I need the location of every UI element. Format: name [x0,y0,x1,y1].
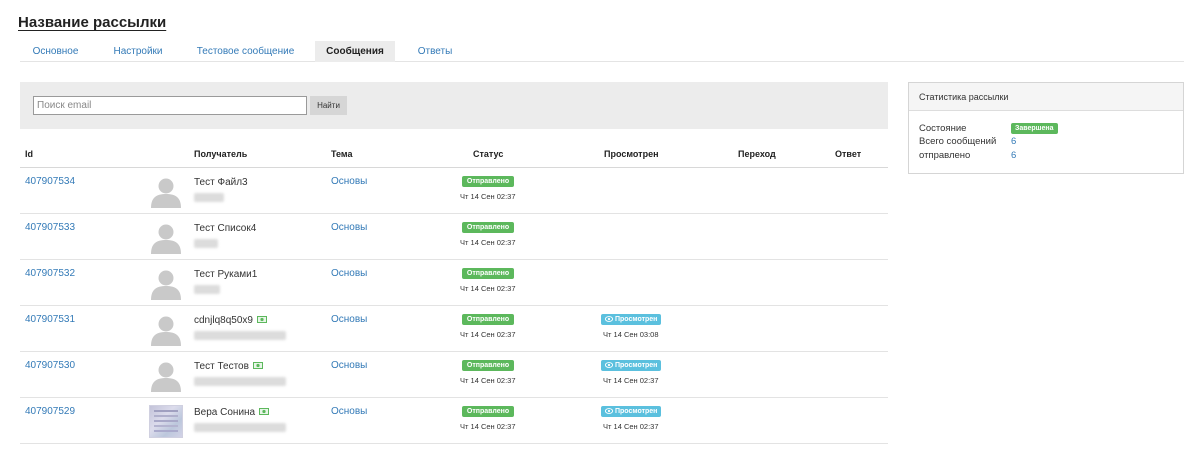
stats-total-value[interactable]: 6 [1011,136,1016,147]
email-verified-icon [259,406,270,415]
state-badge: Завершена [1011,123,1058,134]
recipient-name: Вера Сонина [194,407,256,418]
tab-bar: Основное Настройки Тестовое сообщение Со… [20,41,1184,62]
search-input[interactable] [33,96,307,115]
viewed-badge: Просмотрен [601,360,661,371]
messages-table: Id Получатель Тема Статус Просмотрен Пер… [20,141,888,444]
stats-total-label: Всего сообщений [919,136,997,147]
table-row: 407907533 Тест Список4 Основы Отправлено Чт … [20,214,888,260]
column-header-click: Переход [738,149,776,159]
tab-main[interactable]: Основное [20,41,91,62]
tab-settings[interactable]: Настройки [106,41,170,62]
status-badge: Отправлено [462,176,514,187]
theme-link[interactable]: Основы [331,268,367,279]
stats-sent-label: отправлено [919,150,971,161]
table-row: 407907532 Тест Руками1 Основы Отправлено Чт … [20,260,888,306]
column-header-id: Id [25,149,33,159]
page-title: Название рассылки [18,14,167,31]
status-badge: Отправлено [462,360,514,371]
viewed-badge: Просмотрен [601,314,661,325]
viewed-badge: Просмотрен [601,406,661,417]
recipient: Вера Сонина [194,406,270,418]
table-header: Id Получатель Тема Статус Просмотрен Пер… [20,141,888,168]
eye-icon [604,315,614,322]
eye-icon [604,361,614,368]
column-header-viewed: Просмотрен [604,149,659,159]
stats-title: Статистика рассылки [909,83,1183,111]
stats-panel: Статистика рассылки Состояние Завершена … [908,82,1184,174]
viewed-label: Просмотрен [615,316,658,323]
message-id-link[interactable]: 407907532 [25,268,75,279]
status-date: Чт 14 Сен 02:37 [460,376,516,385]
status-date: Чт 14 Сен 02:37 [460,238,516,247]
status-date: Чт 14 Сен 02:37 [460,192,516,201]
recipient-email-redacted [194,193,224,202]
column-header-theme: Тема [331,149,353,159]
recipient-name: Тест Руками1 [194,269,258,280]
recipient-name: Тест Список4 [194,223,257,234]
theme-link[interactable]: Основы [331,176,367,187]
email-verified-icon [252,360,263,369]
message-id-link[interactable]: 407907529 [25,406,75,417]
recipient-email-redacted [194,285,220,294]
recipient: Тест Файл3 [194,176,248,188]
theme-link[interactable]: Основы [331,222,367,233]
status-badge: Отправлено [462,314,514,325]
viewed-label: Просмотрен [615,362,658,369]
column-header-reply: Ответ [835,149,862,159]
recipient-email-redacted [194,377,286,386]
theme-link[interactable]: Основы [331,360,367,371]
avatar-photo [149,405,183,438]
message-id-link[interactable]: 407907533 [25,222,75,233]
eye-icon [604,407,614,414]
column-header-status: Статус [473,149,504,159]
recipient: cdnjlq8q50x9 [194,314,267,326]
viewed-date: Чт 14 Сен 02:37 [603,376,659,385]
recipient-name: Тест Файл3 [194,177,248,188]
viewed-date: Чт 14 Сен 02:37 [603,422,659,431]
recipient-email-redacted [194,331,286,340]
search-bar: Найти [20,82,888,129]
status-date: Чт 14 Сен 02:37 [460,422,516,431]
status-date: Чт 14 Сен 02:37 [460,284,516,293]
status-badge: Отправлено [462,222,514,233]
table-row: 407907531 cdnjlq8q50x9 Основы Отправлено Чт … [20,306,888,352]
viewed-label: Просмотрен [615,408,658,415]
recipient-name: cdnjlq8q50x9 [194,315,253,326]
recipient: Тест Список4 [194,222,256,234]
tab-messages[interactable]: Сообщения [315,41,395,62]
email-verified-icon [256,314,267,323]
theme-link[interactable]: Основы [331,406,367,417]
user-silhouette-icon [149,175,183,208]
recipient-email-redacted [194,239,218,248]
message-id-link[interactable]: 407907530 [25,360,75,371]
recipient-email-redacted [194,423,286,432]
recipient: Тест Руками1 [194,268,257,280]
status-date: Чт 14 Сен 02:37 [460,330,516,339]
theme-link[interactable]: Основы [331,314,367,325]
viewed-date: Чт 14 Сен 03:08 [603,330,659,339]
user-silhouette-icon [149,359,183,392]
message-id-link[interactable]: 407907534 [25,176,75,187]
tab-test-message[interactable]: Тестовое сообщение [191,41,300,62]
status-badge: Отправлено [462,268,514,279]
user-silhouette-icon [149,313,183,346]
user-silhouette-icon [149,221,183,254]
tab-replies[interactable]: Ответы [410,41,460,62]
message-id-link[interactable]: 407907531 [25,314,75,325]
recipient: Тест Тестов [194,360,263,372]
stats-sent-value[interactable]: 6 [1011,150,1016,161]
table-row: 407907530 Тест Тестов Основы Отправлено Чт 1… [20,352,888,398]
search-button[interactable]: Найти [310,96,347,115]
table-row: 407907534 Тест Файл3 Основы Отправлено Чт 14… [20,168,888,214]
column-header-recipient: Получатель [194,149,248,159]
status-badge: Отправлено [462,406,514,417]
stats-state-label: Состояние [919,123,967,134]
recipient-name: Тест Тестов [194,361,249,372]
table-row: 407907529 Вера Сонина Основы Отправлено Чт 1… [20,398,888,444]
user-silhouette-icon [149,267,183,300]
